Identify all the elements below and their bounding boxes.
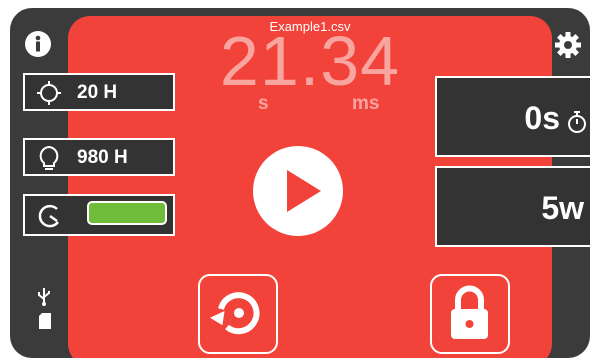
position-box[interactable]: 20 H	[23, 73, 175, 111]
sd-card-icon	[38, 312, 52, 335]
lock-icon	[451, 285, 488, 339]
delay-box[interactable]: 0s	[435, 76, 590, 157]
milliseconds-unit: ms	[352, 93, 380, 114]
duration-value: 5w	[541, 190, 584, 226]
info-icon[interactable]	[24, 30, 52, 63]
light-value: 980 H	[77, 147, 128, 168]
delay-value: 0s	[524, 100, 560, 136]
position-value: 20 H	[77, 82, 118, 103]
stopwatch-icon	[568, 111, 586, 133]
battery-box[interactable]	[23, 194, 175, 236]
lightbulb-icon	[39, 145, 59, 170]
play-icon	[287, 170, 321, 212]
light-box[interactable]: 980 H	[23, 138, 175, 176]
battery-gauge-icon	[38, 204, 60, 228]
battery-level-bar	[87, 201, 167, 225]
play-button[interactable]	[253, 146, 343, 236]
usb-icon	[37, 286, 51, 311]
reset-button[interactable]	[198, 274, 278, 354]
duration-box[interactable]: 5w	[435, 166, 590, 247]
lock-button[interactable]	[430, 274, 510, 354]
crosshair-icon	[37, 81, 61, 105]
device-frame: Example1.csv 21.34 s ms 20 H 980 H 0s 5w	[10, 8, 590, 358]
reset-icon	[210, 292, 260, 335]
settings-gear-icon[interactable]	[553, 30, 583, 65]
seconds-unit: s	[258, 93, 269, 114]
